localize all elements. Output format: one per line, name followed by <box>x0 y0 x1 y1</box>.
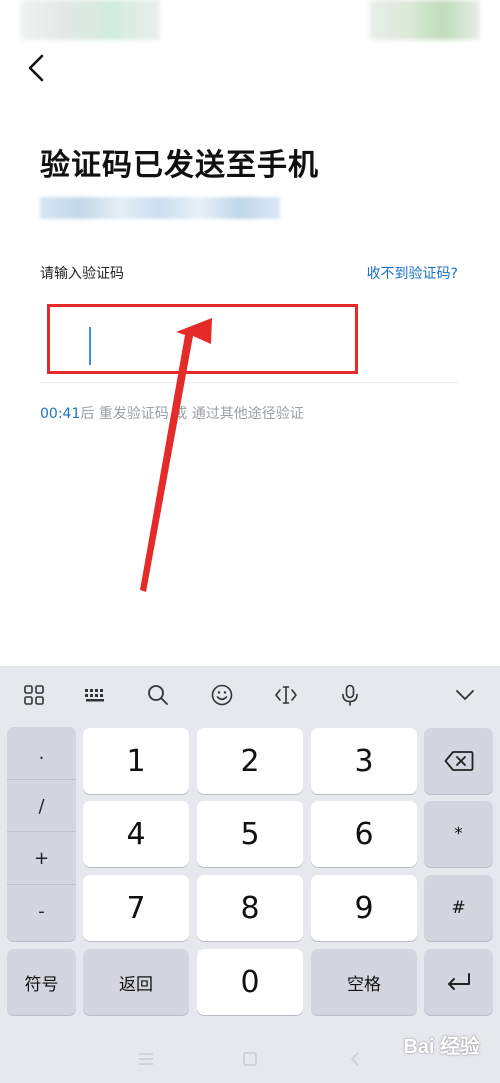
microphone-icon[interactable] <box>335 680 365 710</box>
keyboard-toolbar <box>0 666 500 724</box>
menu-icon[interactable] <box>135 1048 157 1070</box>
status-bar-right <box>370 0 480 40</box>
key-hash[interactable]: # <box>424 875 493 941</box>
text-caret <box>89 327 91 365</box>
symbol-key-slash[interactable]: / <box>7 780 76 832</box>
input-label: 请输入验证码 <box>40 266 124 282</box>
home-icon[interactable] <box>239 1048 261 1070</box>
chevron-left-icon <box>28 54 44 82</box>
symbol-key-dot[interactable]: . <box>7 727 76 779</box>
key-9[interactable]: 9 <box>311 875 417 941</box>
back-button[interactable] <box>20 50 54 86</box>
key-star[interactable]: * <box>424 801 493 867</box>
input-underline <box>40 382 458 383</box>
key-0[interactable]: 0 <box>197 949 303 1015</box>
key-5[interactable]: 5 <box>197 801 303 867</box>
backspace-button[interactable] <box>424 728 493 794</box>
key-3[interactable]: 3 <box>311 728 417 794</box>
enter-button[interactable] <box>424 949 493 1015</box>
countdown-timer: 00:41 <box>40 406 81 422</box>
symbol-key-plus[interactable]: + <box>7 832 76 884</box>
grid-icon[interactable] <box>19 680 49 710</box>
space-key[interactable]: 空格 <box>311 949 417 1015</box>
back-nav-icon[interactable] <box>344 1048 366 1070</box>
key-4[interactable]: 4 <box>83 801 189 867</box>
backspace-icon <box>444 751 473 771</box>
cursor-icon[interactable] <box>271 680 301 710</box>
search-icon[interactable] <box>143 680 173 710</box>
key-8[interactable]: 8 <box>197 875 303 941</box>
key-1[interactable]: 1 <box>83 728 189 794</box>
symbols-button[interactable]: 符号 <box>7 949 76 1015</box>
resend-row: 00:41后 重发验证码 或 通过其他途径验证 <box>40 403 304 423</box>
verification-code-input[interactable] <box>47 304 358 374</box>
key-6[interactable]: 6 <box>311 801 417 867</box>
alt-verify-link[interactable]: 通过其他途径验证 <box>187 406 304 422</box>
keyboard-icon[interactable] <box>80 680 110 710</box>
chevron-down-icon[interactable] <box>450 680 480 710</box>
status-bar-left <box>20 0 160 40</box>
page-title: 验证码已发送至手机 <box>40 148 319 183</box>
phone-number-blurred <box>40 197 280 219</box>
emoji-icon[interactable] <box>207 680 237 710</box>
no-code-link[interactable]: 收不到验证码? <box>367 263 458 283</box>
symbol-column: . / + - <box>7 727 76 941</box>
key-2[interactable]: 2 <box>197 728 303 794</box>
back-key[interactable]: 返回 <box>83 949 189 1015</box>
watermark: Bai 经验 <box>403 1036 480 1058</box>
key-7[interactable]: 7 <box>83 875 189 941</box>
symbol-key-minus[interactable]: - <box>7 885 76 937</box>
resend-text: 后 重发验证码 或 <box>80 406 188 422</box>
enter-icon <box>447 973 470 990</box>
